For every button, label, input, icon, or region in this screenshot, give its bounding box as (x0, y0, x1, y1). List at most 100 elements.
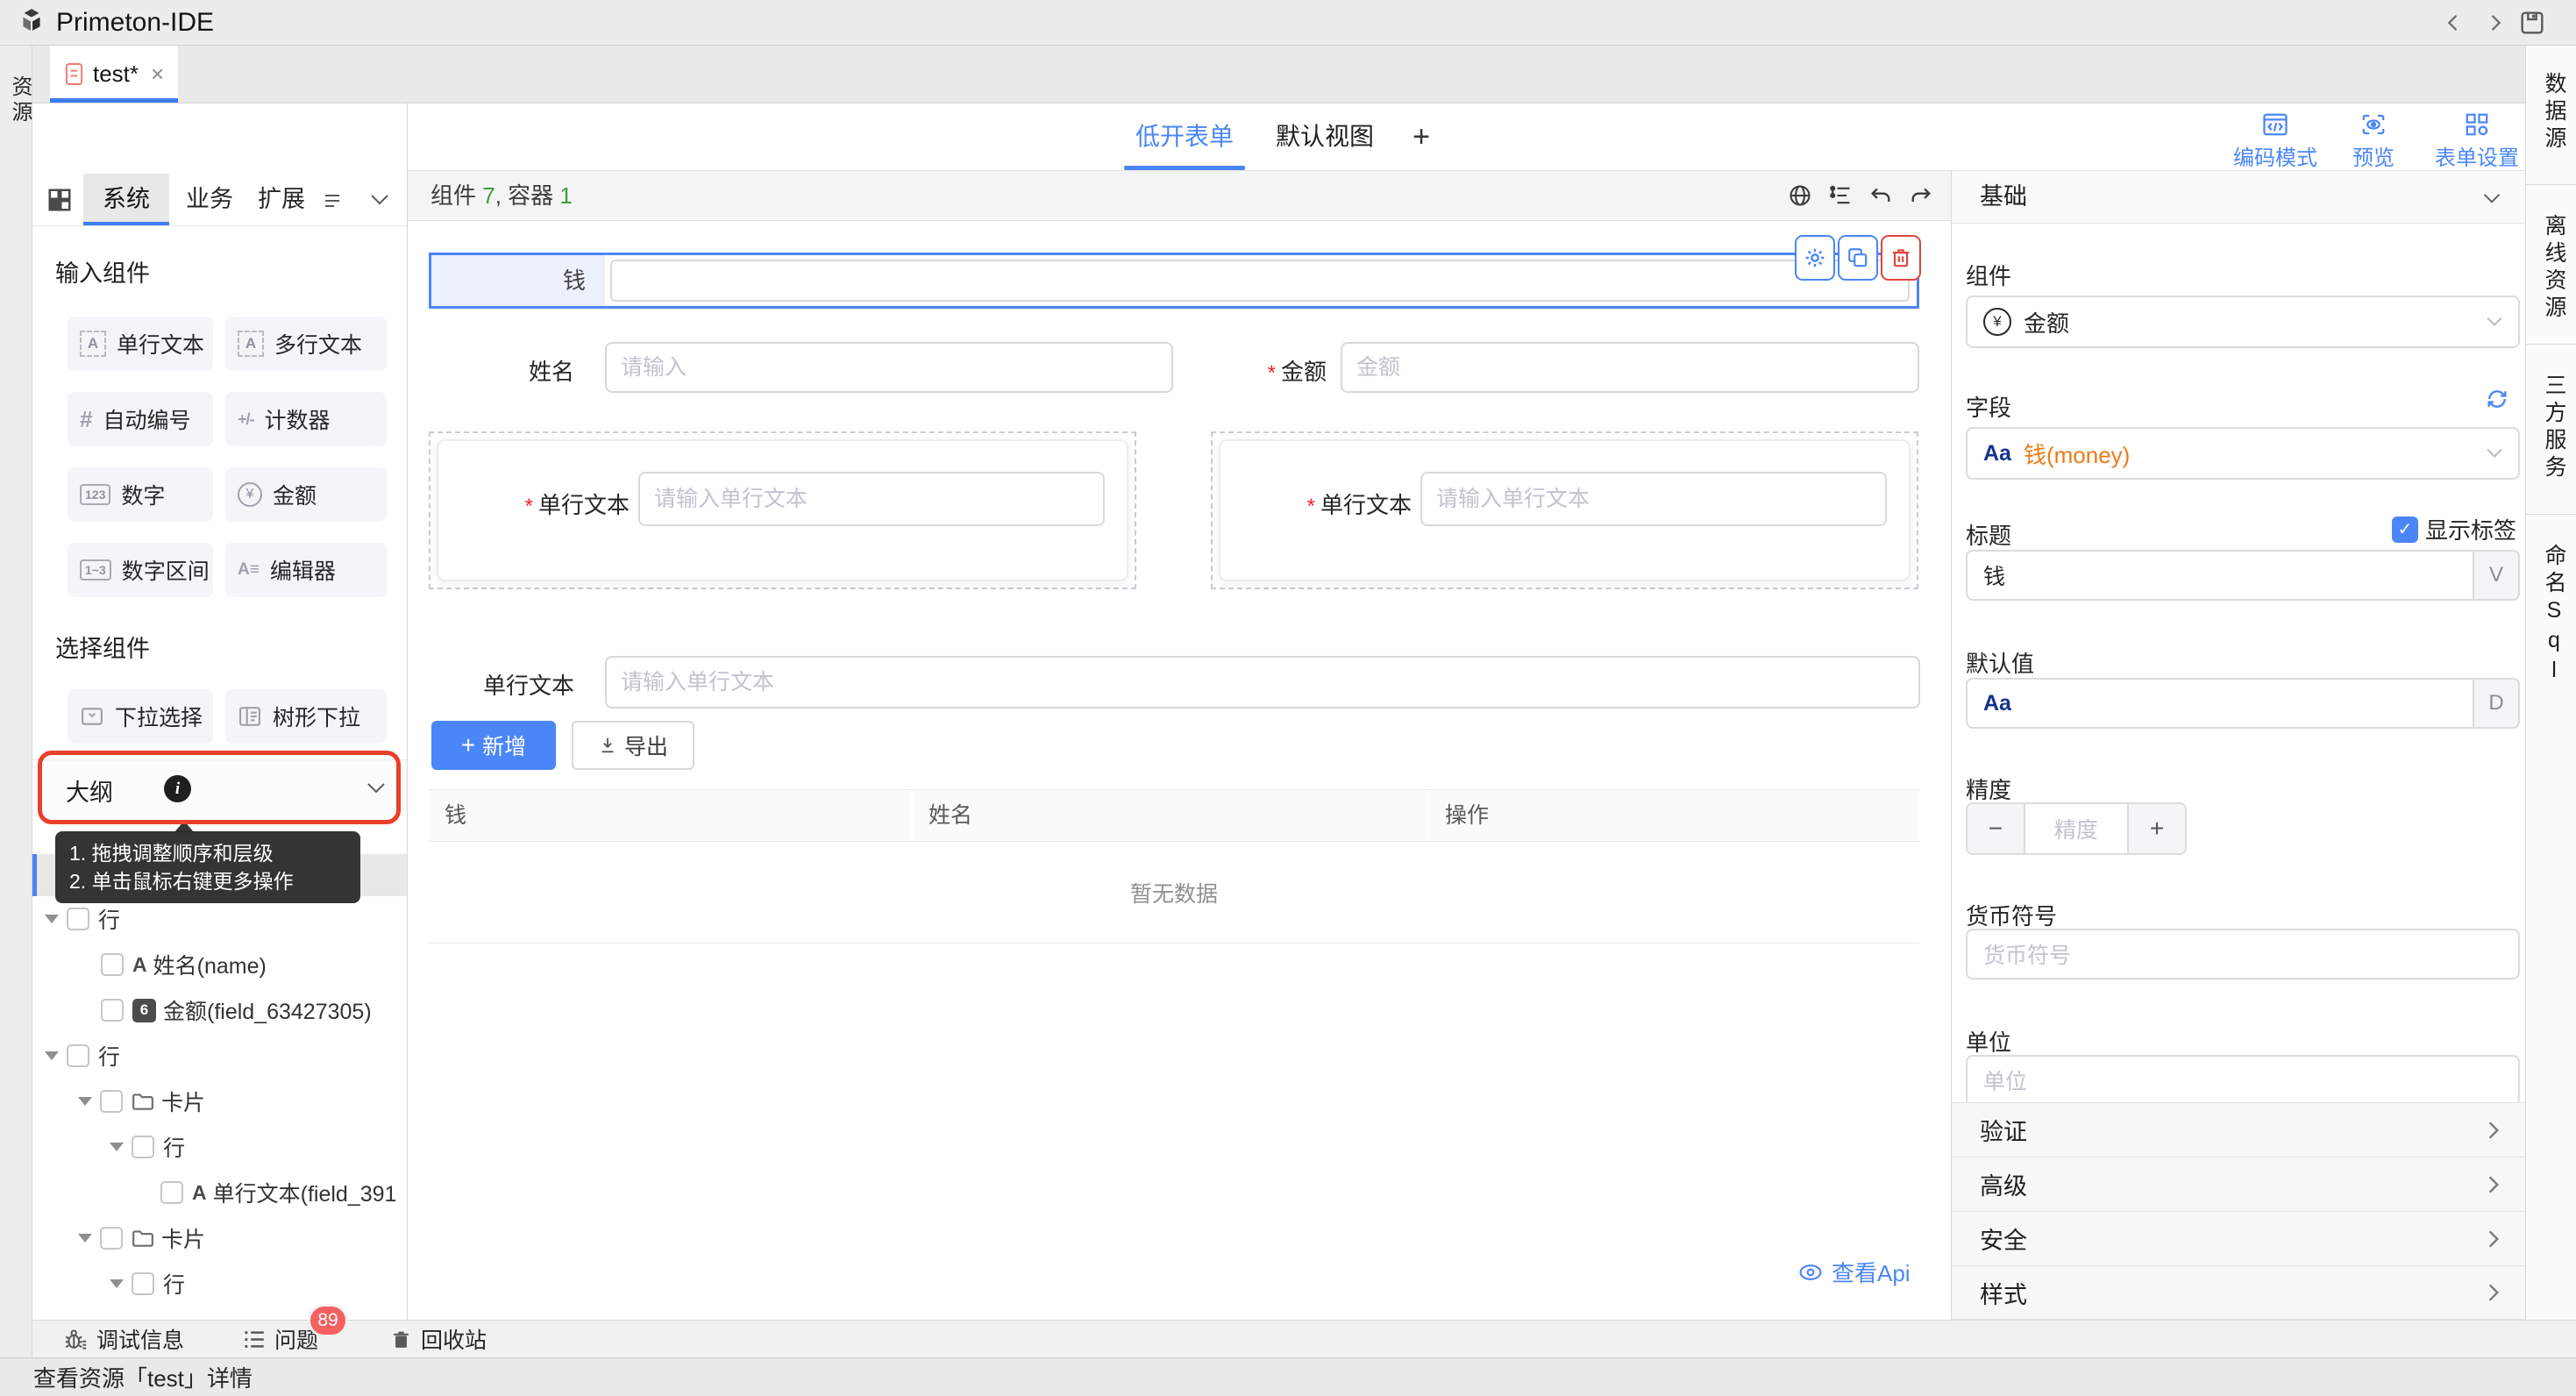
amount-field-input[interactable] (1341, 342, 1919, 393)
rail-item-named-sql[interactable]: 命名Sql (2538, 544, 2570, 687)
palette-tab-extend[interactable]: 扩展 (252, 174, 311, 225)
palette-item-number[interactable]: 123 数字 (68, 467, 213, 522)
name-field-input[interactable] (605, 342, 1173, 393)
checkbox[interactable] (101, 953, 124, 976)
outline-chevron-icon[interactable] (366, 781, 387, 795)
selected-money-field[interactable]: 钱 (429, 253, 1919, 309)
expander-icon[interactable] (45, 915, 59, 923)
tree-row-row3[interactable]: 行 (32, 1124, 408, 1170)
rail-item-data-source[interactable]: 数据源 (2538, 72, 2570, 153)
tree-row-row4[interactable]: 行 (32, 1261, 408, 1307)
recycle-bin-button[interactable]: 回收站 (390, 1323, 487, 1355)
nav-back-icon[interactable] (2441, 11, 2466, 35)
outline-header[interactable]: 大纲 i (32, 759, 408, 817)
palette-tab-system[interactable]: 系统 (83, 174, 169, 225)
default-value-input[interactable]: Aa D (1966, 678, 2520, 729)
field-settings-button[interactable] (1795, 235, 1835, 281)
palette-item-single-line-text[interactable]: A 单行文本 (68, 317, 213, 371)
grid-column-action[interactable]: 操作 (1429, 790, 1919, 841)
form-settings-button[interactable]: 表单设置 (2423, 112, 2531, 171)
checkbox[interactable] (160, 1181, 183, 1204)
component-select[interactable]: ¥ 金额 (1966, 296, 2520, 348)
tree-row-card1[interactable]: 卡片 (32, 1079, 408, 1124)
expander-icon[interactable] (110, 1143, 124, 1151)
grid-column-name[interactable]: 姓名 (913, 790, 1427, 841)
nav-forward-icon[interactable] (2483, 11, 2508, 35)
save-icon[interactable] (2518, 9, 2546, 37)
add-view-button[interactable]: + (1404, 103, 1439, 170)
single-line-field-input[interactable] (1420, 472, 1887, 526)
palette-item-counter[interactable]: +/- 计数器 (225, 392, 387, 446)
panel-section-security[interactable]: 安全 (1952, 1211, 2525, 1265)
checkbox[interactable] (100, 1090, 123, 1113)
undo-icon[interactable] (1868, 183, 1893, 208)
palette-item-dropdown-select[interactable]: 下拉选择 (68, 689, 213, 744)
rail-item-offline-resources[interactable]: 离线资源 (2538, 214, 2570, 323)
card-container-1[interactable]: *单行文本 (429, 431, 1136, 589)
checkbox[interactable] (67, 908, 89, 930)
preview-button[interactable]: 预览 (2338, 112, 2409, 171)
checkbox[interactable] (100, 1227, 123, 1250)
outline-tree-icon[interactable] (1828, 183, 1853, 208)
precision-input[interactable]: 精度 (2024, 804, 2129, 853)
tree-row-amount-field[interactable]: 6 金额(field_63427305) (32, 987, 408, 1033)
money-field-input[interactable] (610, 260, 1910, 302)
tree-row-row2[interactable]: 行 (32, 1033, 408, 1079)
refresh-icon[interactable] (2485, 387, 2509, 411)
show-label-toggle[interactable]: ✓ 显示标签 (2392, 513, 2516, 545)
stepper-plus-button[interactable]: + (2129, 804, 2185, 853)
view-tab-default-view[interactable]: 默认视图 (1267, 103, 1383, 170)
redo-icon[interactable] (1909, 183, 1933, 208)
palette-item-auto-number[interactable]: # 自动编号 (68, 392, 213, 446)
field-delete-button[interactable] (1881, 235, 1921, 281)
debug-info-button[interactable]: 调试信息 (64, 1323, 184, 1355)
title-value-input[interactable]: 钱 V (1966, 550, 2520, 601)
expander-icon[interactable] (110, 1279, 124, 1288)
rail-item-resources[interactable]: 资源 (4, 75, 35, 126)
tree-row-name-field[interactable]: A 姓名(name) (32, 942, 408, 987)
add-row-button[interactable]: + 新增 (431, 721, 556, 770)
view-tab-form[interactable]: 低开表单 (1127, 103, 1242, 170)
single-line-field-input[interactable] (638, 472, 1105, 526)
panel-section-basic[interactable]: 基础 (1952, 171, 2525, 224)
panel-section-style[interactable]: 样式 (1952, 1265, 2525, 1320)
checkbox[interactable] (67, 1044, 89, 1067)
grid-column-money[interactable]: 钱 (429, 790, 910, 841)
export-button[interactable]: 导出 (572, 721, 694, 770)
tab-test[interactable]: test* × (50, 46, 178, 103)
palette-item-number-range[interactable]: 1~3 数字区间 (68, 543, 213, 597)
palette-item-multi-line-text[interactable]: A 多行文本 (225, 317, 387, 371)
default-toggle-button[interactable]: D (2473, 678, 2520, 729)
chevron-down-icon[interactable] (2481, 192, 2502, 205)
card-container-2[interactable]: *单行文本 (1211, 431, 1918, 589)
variable-toggle-button[interactable]: V (2473, 550, 2520, 601)
checkbox[interactable] (132, 1272, 154, 1295)
palette-item-amount[interactable]: ¥ 金额 (225, 467, 387, 522)
problems-button[interactable]: 问题 89 (242, 1323, 318, 1355)
currency-symbol-input[interactable]: 货币符号 (1966, 929, 2520, 979)
tab-close-icon[interactable]: × (151, 61, 164, 88)
info-icon[interactable]: i (164, 775, 191, 802)
palette-tab-business[interactable]: 业务 (180, 174, 239, 225)
checkbox-checked-icon[interactable]: ✓ (2392, 516, 2418, 543)
palette-item-tree-select[interactable]: 树形下拉 (225, 689, 387, 744)
expander-icon[interactable] (45, 1051, 59, 1060)
panel-section-advanced[interactable]: 高级 (1952, 1157, 2525, 1211)
rail-item-third-party-services[interactable]: 三方服务 (2538, 374, 2570, 482)
checkbox[interactable] (101, 999, 124, 1022)
field-copy-button[interactable] (1838, 235, 1878, 281)
component-library-icon[interactable] (46, 187, 73, 213)
expander-icon[interactable] (78, 1234, 92, 1243)
locale-globe-icon[interactable] (1788, 183, 1812, 208)
palette-menu-icon[interactable] (324, 193, 341, 209)
panel-section-validation[interactable]: 验证 (1952, 1102, 2525, 1157)
code-mode-button[interactable]: 编码模式 (2221, 112, 2330, 171)
tree-row-card2[interactable]: 卡片 (32, 1215, 408, 1261)
single-line-field-input[interactable] (605, 656, 1920, 709)
unit-input[interactable]: 单位 (1966, 1055, 2520, 1106)
stepper-minus-button[interactable]: − (1968, 804, 2024, 853)
palette-item-editor[interactable]: A≡ 编辑器 (225, 543, 387, 597)
field-select[interactable]: Aa 钱(money) (1966, 427, 2520, 480)
checkbox[interactable] (132, 1136, 154, 1158)
view-api-link[interactable]: 查看Api (1797, 1256, 1911, 1288)
